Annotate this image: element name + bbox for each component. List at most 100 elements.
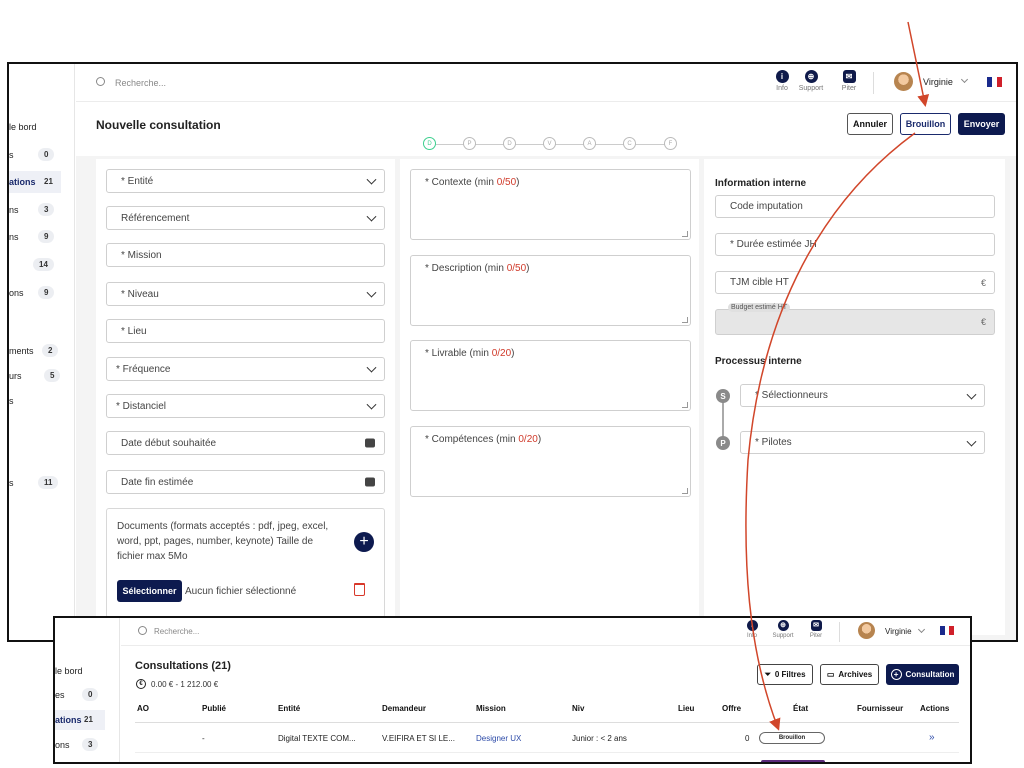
sidebar-item-6[interactable]: ons (9, 288, 24, 298)
calendar-icon[interactable] (365, 438, 375, 448)
divider (839, 622, 840, 642)
avatar[interactable] (894, 72, 913, 91)
referencing-select[interactable]: Référencement (106, 206, 385, 230)
cancel-button[interactable]: Annuler (847, 113, 893, 135)
column-header[interactable]: Lieu (678, 704, 694, 713)
calendar-icon[interactable] (365, 477, 375, 487)
sidebar-item-9[interactable]: s (9, 396, 14, 406)
level-select[interactable]: * Niveau (106, 282, 385, 306)
end-date-input[interactable]: Date fin estimée (106, 470, 385, 494)
header-divider (135, 722, 959, 723)
deliverable-textarea[interactable]: * Livrable (min 0/20) (410, 340, 691, 411)
skills-textarea[interactable]: * Compétences (min 0/20) (410, 426, 691, 497)
resize-handle[interactable] (682, 317, 688, 323)
cost-code-input[interactable]: Code imputation (715, 195, 995, 218)
entity-select[interactable]: * Entité (106, 169, 385, 193)
chevron-down-icon[interactable] (917, 625, 926, 634)
row-action-chevron-icon[interactable]: » (929, 732, 935, 743)
start-date-input[interactable]: Date début souhaitée (106, 431, 385, 455)
chat-icon: ✉ (842, 70, 856, 83)
chevron-down-icon[interactable] (960, 75, 969, 84)
step[interactable]: D (423, 137, 436, 150)
support-button[interactable]: ⊕ Support (794, 70, 828, 92)
trash-icon[interactable] (354, 583, 365, 596)
user-name[interactable]: Virginie (923, 77, 953, 87)
search-input[interactable]: Recherche... (115, 78, 166, 88)
frequency-select[interactable]: * Fréquence (106, 357, 385, 381)
resize-handle[interactable] (682, 402, 688, 408)
step[interactable]: V (543, 137, 556, 150)
avatar[interactable] (858, 622, 875, 639)
draft-button[interactable]: Brouillon (900, 113, 951, 135)
pilots-select[interactable]: * Pilotes (740, 431, 985, 454)
chevron-down-icon (366, 211, 377, 222)
column-header[interactable]: Actions (920, 704, 949, 713)
info-button[interactable]: i Info (741, 620, 763, 639)
no-file-text: Aucun fichier sélectionné (185, 586, 297, 597)
field-label: * Distanciel (116, 400, 167, 412)
min-count: 0/20 (491, 348, 512, 359)
filters-label: 0 Filtres (774, 670, 806, 679)
french-flag-icon[interactable] (987, 77, 1002, 87)
sidebar-item-3[interactable]: ns (9, 205, 19, 215)
column-header[interactable]: Niv (572, 704, 584, 713)
resize-handle[interactable] (682, 488, 688, 494)
piter-button[interactable]: ✉ Piter (805, 620, 827, 639)
selectors-select[interactable]: * Sélectionneurs (740, 384, 985, 407)
filters-button[interactable]: ⏷ 0 Filtres (757, 664, 813, 685)
step[interactable]: P (463, 137, 476, 150)
sidebar-badge: 21 (84, 715, 93, 724)
sidebar-badge: 9 (38, 286, 55, 299)
column-header[interactable]: Entité (278, 704, 300, 713)
column-header[interactable]: État (793, 704, 808, 713)
place-input[interactable]: * Lieu (106, 319, 385, 343)
column-header[interactable]: Offre (722, 704, 741, 713)
sidebar-item-dashboard[interactable]: le bord (55, 666, 83, 676)
info-button[interactable]: i Info (769, 70, 795, 92)
resize-handle[interactable] (682, 231, 688, 237)
french-flag-icon[interactable] (940, 626, 955, 635)
description-textarea[interactable]: * Description (min 0/50) (410, 255, 691, 326)
piter-button[interactable]: ✉ Piter (836, 70, 862, 92)
textarea-label: * Livrable (min (425, 348, 492, 359)
field-label: TJM cible HT (730, 277, 789, 288)
new-consultation-button[interactable]: + Consultation (886, 664, 959, 685)
archives-button[interactable]: ▭ Archives (820, 664, 879, 685)
send-button[interactable]: Envoyer (958, 113, 1005, 135)
sidebar-item-10[interactable]: s (9, 478, 14, 488)
textarea-label-suffix: ) (537, 434, 542, 445)
context-textarea[interactable]: * Contexte (min 0/50) (410, 169, 691, 240)
sidebar-item-7[interactable]: ments (9, 346, 34, 356)
add-document-icon[interactable]: + (354, 532, 374, 552)
top-bar: Recherche... i Info ⊕ Support ✉ Piter Virgi… (76, 64, 1016, 102)
divider (873, 72, 874, 94)
selectors-badge: S (716, 389, 730, 403)
user-name[interactable]: Virginie (885, 627, 912, 636)
duration-input[interactable]: * Durée estimée JH (715, 233, 995, 256)
archives-label: Archives (838, 670, 873, 679)
support-button[interactable]: ⊕ Support (768, 620, 798, 639)
select-file-button[interactable]: Sélectionner (117, 580, 182, 602)
sidebar-item-1[interactable]: es (55, 690, 65, 700)
sidebar-item-1[interactable]: s (9, 150, 14, 160)
column-header[interactable]: AO (137, 704, 149, 713)
target-rate-input[interactable]: TJM cible HT € (715, 271, 995, 294)
sidebar-item-8[interactable]: urs (9, 371, 22, 381)
sidebar-item-3[interactable]: ons (55, 740, 70, 750)
search-input[interactable]: Recherche... (154, 627, 199, 636)
step[interactable]: A (583, 137, 596, 150)
remote-select[interactable]: * Distanciel (106, 394, 385, 418)
column-header[interactable]: Fournisseur (857, 704, 903, 713)
sidebar-item-dashboard[interactable]: le bord (9, 122, 37, 132)
step[interactable]: C (623, 137, 636, 150)
field-label: * Entité (121, 175, 154, 187)
column-header[interactable]: Mission (476, 704, 506, 713)
sidebar-item-4[interactable]: ns (9, 232, 19, 242)
step[interactable]: D (503, 137, 516, 150)
cell-mission-link[interactable]: Designer UX (476, 734, 521, 743)
sidebar-item-consultations[interactable]: ations (9, 177, 36, 187)
step[interactable]: F (664, 137, 677, 150)
column-header[interactable]: Demandeur (382, 704, 426, 713)
mission-input[interactable]: * Mission (106, 243, 385, 267)
column-header[interactable]: Publié (202, 704, 226, 713)
